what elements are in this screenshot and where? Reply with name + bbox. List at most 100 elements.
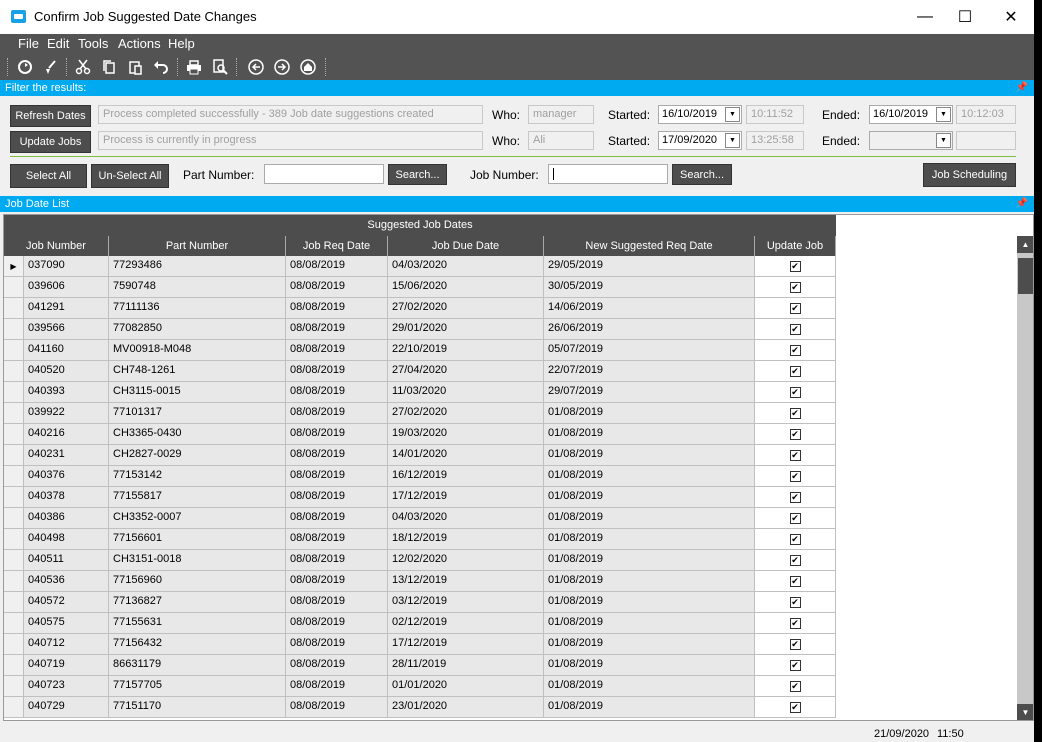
- cell-job-number[interactable]: 040719: [24, 655, 109, 675]
- cell-job-number[interactable]: 040575: [24, 613, 109, 633]
- cell-job-due-date[interactable]: 14/01/2020: [388, 445, 544, 465]
- table-row[interactable]: 040498 77156601 08/08/2019 18/12/2019 01/08/…: [4, 529, 836, 550]
- table-row[interactable]: 040723 77157705 08/08/2019 01/01/2020 01/08/…: [4, 676, 836, 697]
- cell-new-suggested-date[interactable]: 29/05/2019: [544, 256, 755, 276]
- update-job-checkbox[interactable]: ✔: [789, 323, 801, 335]
- row-selector[interactable]: [4, 529, 24, 549]
- table-row[interactable]: 040378 77155817 08/08/2019 17/12/2019 01/08/…: [4, 487, 836, 508]
- update-job-checkbox[interactable]: ✔: [789, 449, 801, 461]
- cell-job-req-date[interactable]: 08/08/2019: [286, 382, 388, 402]
- cell-new-suggested-date[interactable]: 01/08/2019: [544, 403, 755, 423]
- update-job-checkbox[interactable]: ✔: [789, 512, 801, 524]
- cell-new-suggested-date[interactable]: 01/08/2019: [544, 655, 755, 675]
- menu-help[interactable]: Help: [168, 36, 195, 51]
- table-row[interactable]: 039922 77101317 08/08/2019 27/02/2020 01/08/…: [4, 403, 836, 424]
- chevron-down-icon[interactable]: ▼: [936, 133, 951, 148]
- job-number-input[interactable]: [548, 164, 668, 184]
- cell-job-due-date[interactable]: 01/01/2020: [388, 676, 544, 696]
- cell-job-number[interactable]: 039566: [24, 319, 109, 339]
- cell-job-number[interactable]: 040712: [24, 634, 109, 654]
- cell-job-due-date[interactable]: 19/03/2020: [388, 424, 544, 444]
- update-job-checkbox[interactable]: ✔: [789, 386, 801, 398]
- refresh-ended-date[interactable]: 16/10/2019 ▼: [869, 105, 953, 124]
- row-selector[interactable]: [4, 298, 24, 318]
- row-selector[interactable]: [4, 445, 24, 465]
- cell-job-req-date[interactable]: 08/08/2019: [286, 508, 388, 528]
- brush-icon[interactable]: [42, 58, 60, 76]
- cell-job-req-date[interactable]: 08/08/2019: [286, 571, 388, 591]
- update-job-checkbox[interactable]: ✔: [789, 281, 801, 293]
- row-selector[interactable]: [4, 697, 24, 717]
- cell-job-due-date[interactable]: 03/12/2019: [388, 592, 544, 612]
- cell-new-suggested-date[interactable]: 01/08/2019: [544, 592, 755, 612]
- cell-part-number[interactable]: 77155631: [109, 613, 286, 633]
- cell-job-due-date[interactable]: 17/12/2019: [388, 634, 544, 654]
- cell-new-suggested-date[interactable]: 01/08/2019: [544, 508, 755, 528]
- cell-new-suggested-date[interactable]: 01/08/2019: [544, 613, 755, 633]
- menu-edit[interactable]: Edit: [47, 36, 69, 51]
- update-job-checkbox[interactable]: ✔: [789, 596, 801, 608]
- update-job-checkbox[interactable]: ✔: [789, 470, 801, 482]
- cell-job-req-date[interactable]: 08/08/2019: [286, 277, 388, 297]
- table-row[interactable]: 040376 77153142 08/08/2019 16/12/2019 01/08/…: [4, 466, 836, 487]
- cell-job-number[interactable]: 040572: [24, 592, 109, 612]
- menu-actions[interactable]: Actions: [118, 36, 161, 51]
- cell-job-due-date[interactable]: 02/12/2019: [388, 613, 544, 633]
- col-job-req-date[interactable]: Job Req Date: [286, 236, 388, 256]
- col-job-due-date[interactable]: Job Due Date: [388, 236, 544, 256]
- cell-job-req-date[interactable]: 08/08/2019: [286, 424, 388, 444]
- cell-new-suggested-date[interactable]: 01/08/2019: [544, 529, 755, 549]
- cell-part-number[interactable]: 77155817: [109, 487, 286, 507]
- cell-job-due-date[interactable]: 27/04/2020: [388, 361, 544, 381]
- cell-job-due-date[interactable]: 23/01/2020: [388, 697, 544, 717]
- refresh-dates-button[interactable]: Refresh Dates: [10, 105, 91, 127]
- col-update-job[interactable]: Update Job: [755, 236, 836, 256]
- part-number-input[interactable]: [264, 164, 384, 184]
- cell-part-number[interactable]: CH748-1261: [109, 361, 286, 381]
- cell-job-number[interactable]: 040536: [24, 571, 109, 591]
- cell-part-number[interactable]: 77151170: [109, 697, 286, 717]
- table-row[interactable]: 040719 86631179 08/08/2019 28/11/2019 01/08/…: [4, 655, 836, 676]
- cell-part-number[interactable]: CH3352-0007: [109, 508, 286, 528]
- cell-new-suggested-date[interactable]: 05/07/2019: [544, 340, 755, 360]
- chevron-down-icon[interactable]: ▼: [725, 107, 740, 122]
- row-selector[interactable]: [4, 634, 24, 654]
- cell-part-number[interactable]: 86631179: [109, 655, 286, 675]
- menu-tools[interactable]: Tools: [78, 36, 108, 51]
- cell-new-suggested-date[interactable]: 01/08/2019: [544, 424, 755, 444]
- cell-job-req-date[interactable]: 08/08/2019: [286, 613, 388, 633]
- forward-icon[interactable]: [273, 58, 291, 76]
- row-selector[interactable]: [4, 508, 24, 528]
- cell-job-req-date[interactable]: 08/08/2019: [286, 550, 388, 570]
- cell-job-number[interactable]: 039922: [24, 403, 109, 423]
- update-job-checkbox[interactable]: ✔: [789, 617, 801, 629]
- cell-new-suggested-date[interactable]: 01/08/2019: [544, 445, 755, 465]
- cell-job-number[interactable]: 040511: [24, 550, 109, 570]
- cell-part-number[interactable]: 77082850: [109, 319, 286, 339]
- print-preview-icon[interactable]: [211, 58, 229, 76]
- cell-job-number[interactable]: 040393: [24, 382, 109, 402]
- cell-job-number[interactable]: 040729: [24, 697, 109, 717]
- cell-part-number[interactable]: 77111136: [109, 298, 286, 318]
- cell-job-number[interactable]: 040520: [24, 361, 109, 381]
- paste-icon[interactable]: [126, 58, 144, 76]
- scroll-up-icon[interactable]: ▲: [1017, 236, 1033, 253]
- cell-job-number[interactable]: 040386: [24, 508, 109, 528]
- cut-icon[interactable]: [74, 58, 92, 76]
- table-row[interactable]: 041160 MV00918-M048 08/08/2019 22/10/2019 05…: [4, 340, 836, 361]
- home-icon[interactable]: [299, 58, 317, 76]
- cell-part-number[interactable]: 77156601: [109, 529, 286, 549]
- cell-job-req-date[interactable]: 08/08/2019: [286, 466, 388, 486]
- cell-new-suggested-date[interactable]: 01/08/2019: [544, 550, 755, 570]
- cell-new-suggested-date[interactable]: 29/07/2019: [544, 382, 755, 402]
- cell-job-req-date[interactable]: 08/08/2019: [286, 592, 388, 612]
- back-icon[interactable]: [247, 58, 265, 76]
- cell-job-due-date[interactable]: 17/12/2019: [388, 487, 544, 507]
- row-selector[interactable]: [4, 361, 24, 381]
- update-job-checkbox[interactable]: ✔: [789, 302, 801, 314]
- cell-part-number[interactable]: 77153142: [109, 466, 286, 486]
- cell-job-due-date[interactable]: 15/06/2020: [388, 277, 544, 297]
- cell-new-suggested-date[interactable]: 14/06/2019: [544, 298, 755, 318]
- maximize-button[interactable]: ☐: [942, 0, 988, 34]
- cell-job-req-date[interactable]: 08/08/2019: [286, 634, 388, 654]
